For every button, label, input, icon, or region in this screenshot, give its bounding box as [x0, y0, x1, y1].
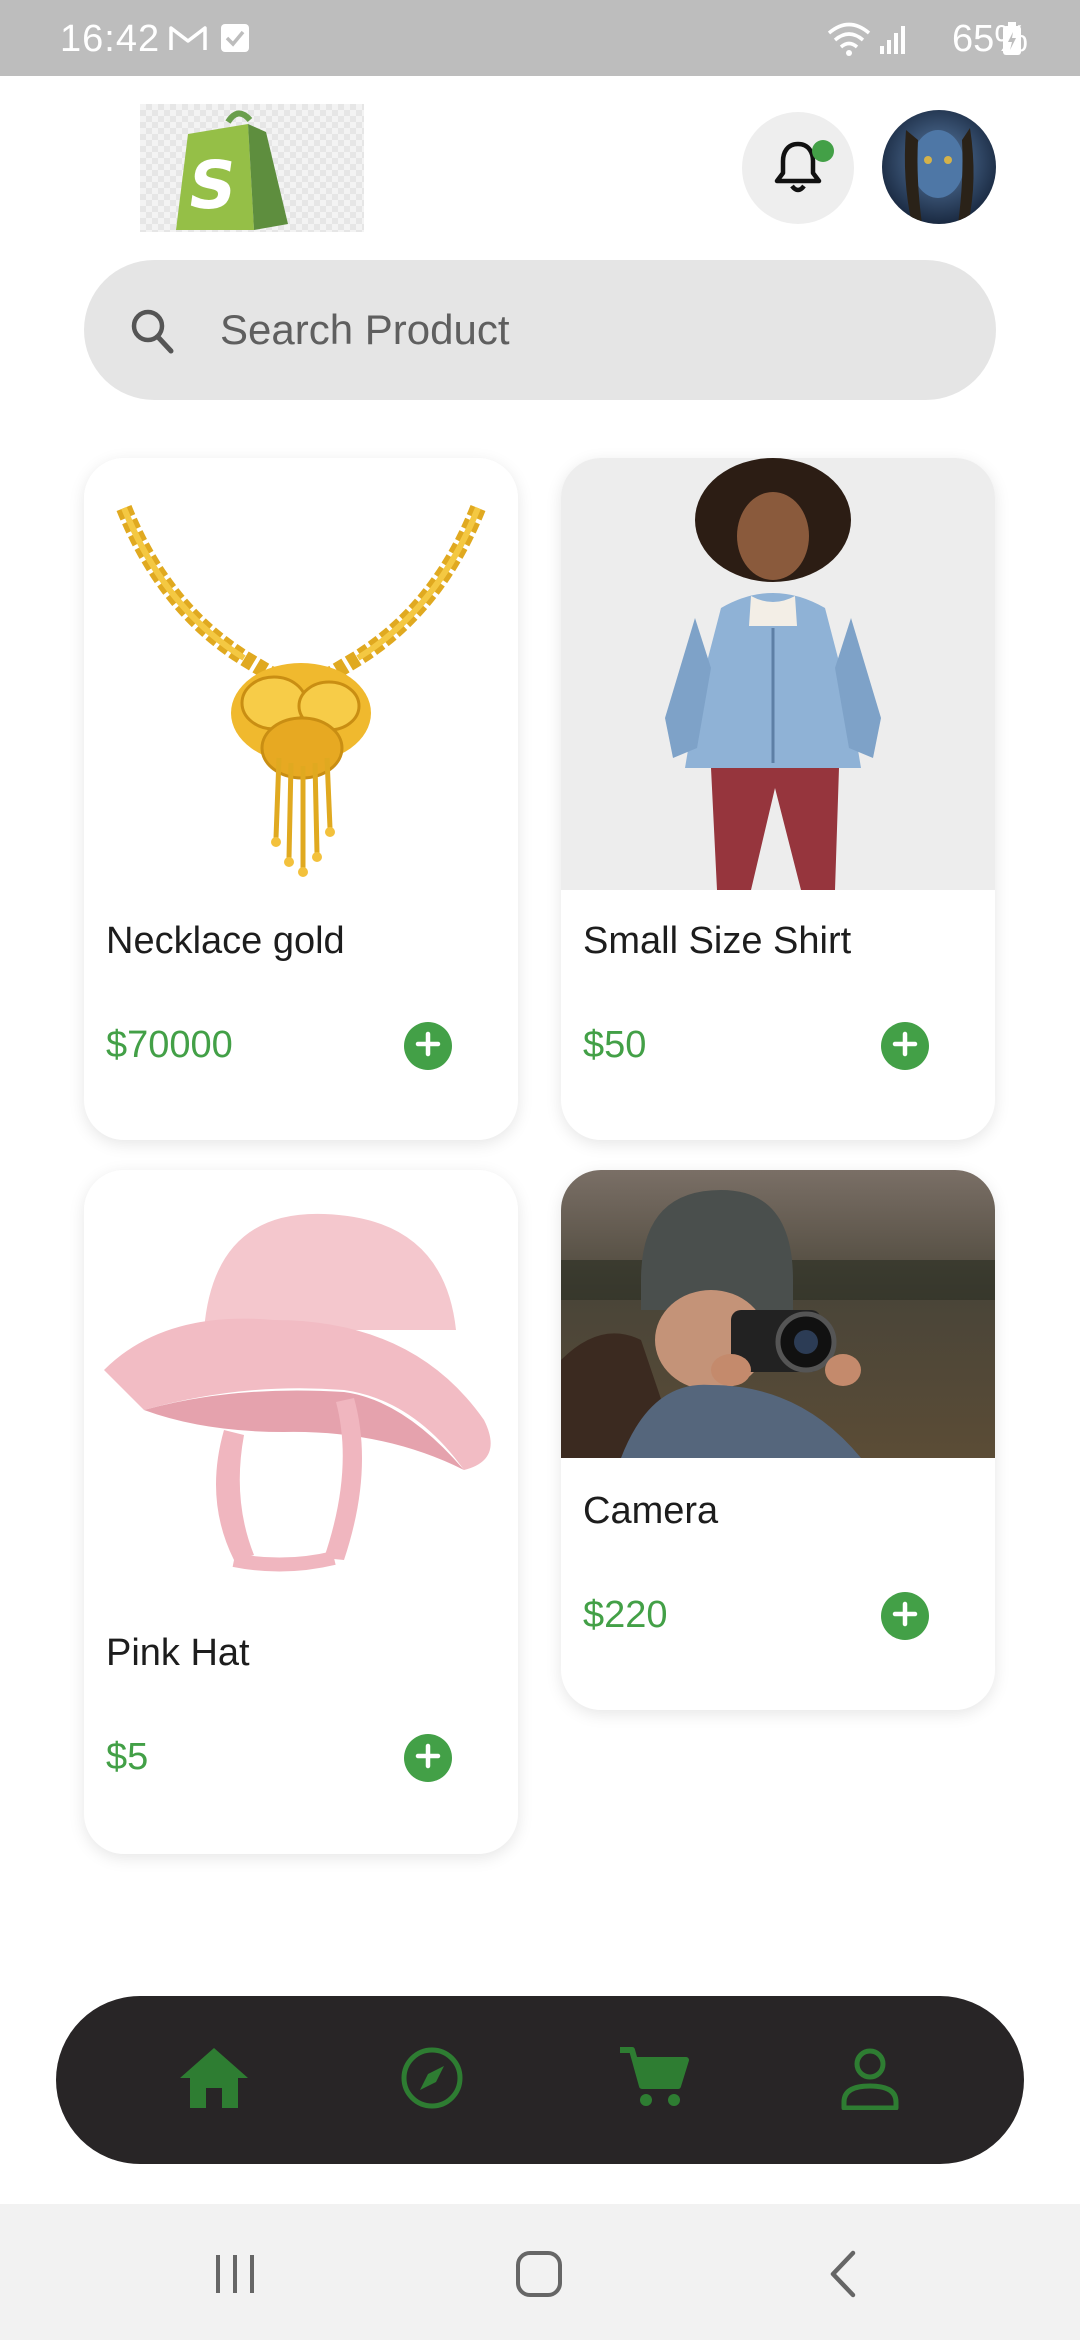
plus-icon	[415, 1031, 441, 1062]
status-time: 16:42	[60, 18, 161, 60]
wifi-icon	[826, 22, 872, 61]
search-icon	[128, 306, 176, 361]
product-name: Camera	[583, 1490, 719, 1532]
nav-profile[interactable]	[830, 2040, 910, 2120]
cart-icon	[618, 2046, 690, 2115]
product-card[interactable]: Small Size Shirt $50	[561, 458, 995, 1140]
plus-icon	[892, 1601, 918, 1632]
product-price: $50	[583, 1024, 647, 1066]
home-circle-icon[interactable]	[504, 2244, 574, 2304]
product-image-pink-hat	[84, 1170, 518, 1610]
battery-icon	[1002, 22, 1022, 61]
gmail-icon	[168, 18, 208, 58]
notification-dot	[812, 140, 834, 162]
system-navigation-bar	[0, 2204, 1080, 2340]
product-price: $5	[106, 1736, 149, 1778]
product-name: Small Size Shirt	[583, 920, 852, 962]
home-icon	[178, 2046, 250, 2115]
search-input[interactable]	[220, 296, 920, 364]
product-price: $220	[583, 1594, 668, 1636]
add-to-cart-button[interactable]	[881, 1592, 929, 1640]
compass-icon	[400, 2046, 464, 2115]
product-name: Pink Hat	[106, 1632, 250, 1674]
product-price: $70000	[106, 1024, 233, 1066]
nav-explore[interactable]	[392, 2040, 472, 2120]
product-card[interactable]: Pink Hat $5	[84, 1170, 518, 1854]
product-image-necklace	[84, 458, 518, 898]
recents-icon[interactable]	[200, 2244, 270, 2304]
back-icon[interactable]	[808, 2244, 878, 2304]
nav-home[interactable]	[174, 2040, 254, 2120]
checkbox-icon	[220, 18, 250, 58]
product-image-shirt	[561, 458, 995, 890]
product-name: Necklace gold	[106, 920, 345, 962]
profile-icon	[838, 2046, 902, 2115]
bottom-navigation	[56, 1996, 1024, 2164]
product-image-camera	[561, 1170, 995, 1458]
product-card[interactable]: Necklace gold $70000	[84, 458, 518, 1140]
signal-icon	[878, 22, 908, 61]
search-bar[interactable]	[84, 260, 996, 400]
plus-icon	[415, 1743, 441, 1774]
nav-cart[interactable]	[614, 2040, 694, 2120]
add-to-cart-button[interactable]	[881, 1022, 929, 1070]
product-card[interactable]: Camera $220	[561, 1170, 995, 1710]
shopify-logo: S	[140, 104, 364, 232]
status-bar: 16:42 65%	[0, 0, 1080, 76]
avatar[interactable]	[882, 110, 996, 224]
notification-button[interactable]	[742, 112, 854, 224]
add-to-cart-button[interactable]	[404, 1734, 452, 1782]
add-to-cart-button[interactable]	[404, 1022, 452, 1070]
plus-icon	[892, 1031, 918, 1062]
